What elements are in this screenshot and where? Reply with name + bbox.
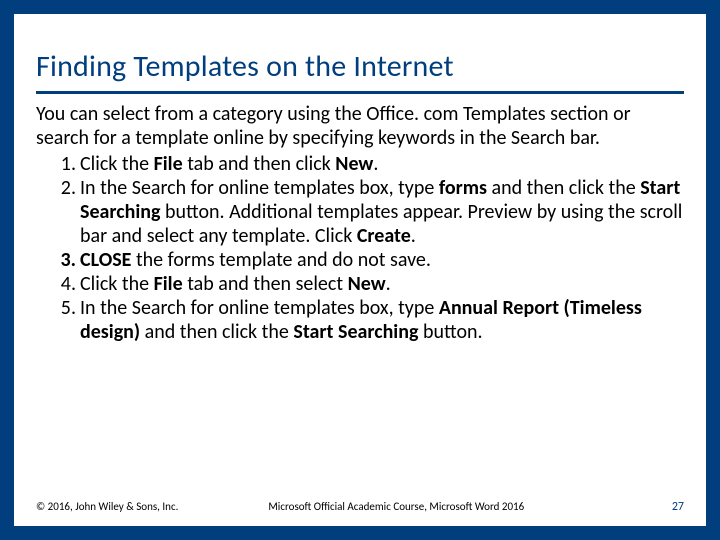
text: . [411, 224, 416, 248]
slide-title: Finding Templates on the Internet [36, 42, 684, 85]
text: tab and then click [183, 152, 336, 176]
text: Click the [80, 272, 154, 296]
slide-body: You can select from a category using the… [36, 102, 684, 344]
steps-list: Click the File tab and then click New. I… [36, 152, 684, 344]
text: and then click the [140, 320, 293, 344]
bold-close: CLOSE [80, 248, 131, 272]
bold-file: File [154, 152, 183, 176]
text: button. [418, 320, 482, 344]
step-3: CLOSE the forms template and do not save… [80, 248, 684, 272]
step-1: Click the File tab and then click New. [80, 152, 684, 176]
text: . [373, 152, 378, 176]
text: . [386, 272, 391, 296]
title-rule [36, 91, 684, 94]
page-number: 27 [672, 500, 684, 514]
step-4: Click the File tab and then select New. [80, 272, 684, 296]
text: In the Search for online templates box, … [80, 296, 439, 320]
bold-forms: forms [439, 176, 487, 200]
bold-new: New [348, 272, 386, 296]
step-5: In the Search for online templates box, … [80, 296, 684, 344]
slide-footer: © 2016, John Wiley & Sons, Inc. Microsof… [36, 500, 684, 514]
intro-text: You can select from a category using the… [36, 102, 684, 150]
text: Click the [80, 152, 154, 176]
text: tab and then select [183, 272, 348, 296]
step-2: In the Search for online templates box, … [80, 176, 684, 248]
bold-create: Create [357, 224, 411, 248]
copyright-text: © 2016, John Wiley & Sons, Inc. [36, 500, 178, 513]
bold-start-searching: Start Searching [293, 320, 418, 344]
text: and then click the [487, 176, 640, 200]
bold-new: New [335, 152, 373, 176]
slide: Finding Templates on the Internet You ca… [0, 0, 720, 540]
text: the forms template and do not save. [131, 248, 430, 272]
bold-file: File [154, 272, 183, 296]
text: In the Search for online templates box, … [80, 176, 439, 200]
course-text: Microsoft Official Academic Course, Micr… [268, 500, 524, 513]
